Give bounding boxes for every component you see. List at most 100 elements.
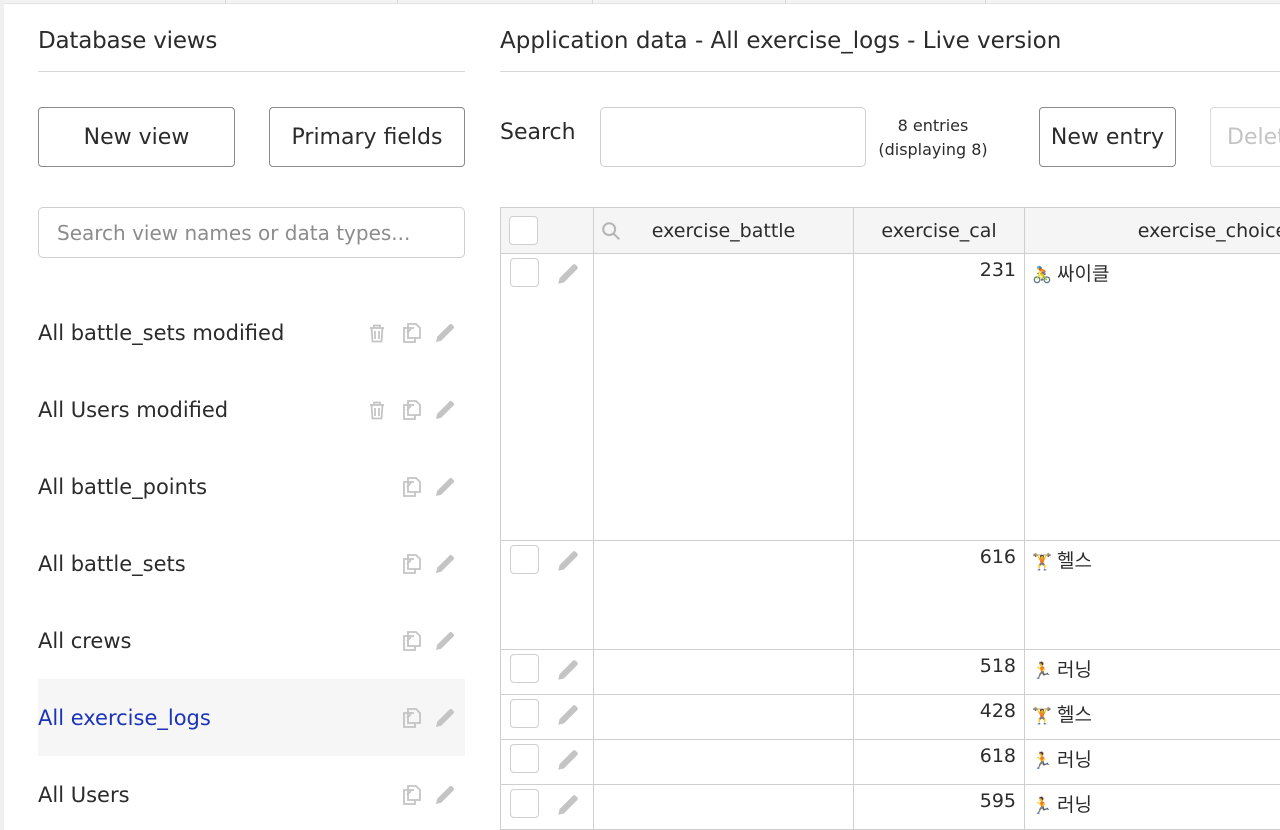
- view-name[interactable]: All battle_sets: [38, 552, 186, 576]
- view-name[interactable]: All crews: [38, 629, 131, 653]
- cell-exercise-cal[interactable]: 618: [853, 739, 1025, 785]
- pencil-icon[interactable]: [431, 781, 459, 809]
- cell-exercise-battle[interactable]: [593, 540, 854, 650]
- view-item[interactable]: All Users: [38, 756, 465, 830]
- view-item[interactable]: All Users modified: [38, 371, 465, 448]
- pencil-icon[interactable]: [431, 704, 459, 732]
- cell-exercise-cal[interactable]: 428: [853, 694, 1025, 740]
- search-icon[interactable]: [600, 220, 622, 242]
- copy-icon[interactable]: [397, 319, 425, 347]
- column-header-label: exercise_battle: [651, 219, 796, 242]
- table-row[interactable]: 618 🏃 러닝: [500, 739, 1280, 785]
- row-checkbox[interactable]: [510, 654, 539, 683]
- pencil-icon[interactable]: [555, 792, 581, 818]
- cell-exercise-cal[interactable]: 518: [853, 649, 1025, 695]
- pencil-icon[interactable]: [431, 473, 459, 501]
- pencil-icon[interactable]: [555, 261, 581, 287]
- view-name[interactable]: All battle_points: [38, 475, 207, 499]
- exercise-emoji-icon: 🏋: [1032, 552, 1052, 571]
- primary-fields-button[interactable]: Primary fields: [269, 107, 465, 167]
- cell-exercise-choice[interactable]: 🏃 러닝: [1024, 649, 1280, 695]
- table-row[interactable]: 616 🏋 헬스: [500, 540, 1280, 650]
- view-search-input[interactable]: [38, 207, 465, 258]
- panel-title: Database views: [38, 28, 218, 54]
- cell-exercise-choice[interactable]: 🚴 싸이클: [1024, 253, 1280, 541]
- view-name[interactable]: All battle_sets modified: [38, 321, 284, 345]
- cell-exercise-battle[interactable]: [593, 253, 854, 541]
- table-header-row: exercise_battle exercise_cal exercise_ch…: [500, 207, 1280, 254]
- pencil-icon[interactable]: [555, 657, 581, 683]
- pencil-icon[interactable]: [555, 702, 581, 728]
- pencil-icon[interactable]: [431, 319, 459, 347]
- cell-exercise-battle[interactable]: [593, 694, 854, 740]
- cell-exercise-cal[interactable]: 616: [853, 540, 1025, 650]
- cell-exercise-choice[interactable]: 🏃 러닝: [1024, 784, 1280, 830]
- view-actions: [397, 781, 459, 809]
- view-item[interactable]: All battle_points: [38, 448, 465, 525]
- exercise-emoji-icon: 🏃: [1032, 661, 1052, 680]
- trash-icon[interactable]: [363, 396, 391, 424]
- table-row[interactable]: 518 🏃 러닝: [500, 649, 1280, 695]
- row-checkbox[interactable]: [510, 789, 539, 818]
- copy-icon[interactable]: [397, 627, 425, 655]
- view-actions: [397, 550, 459, 578]
- exercise-choice-text: 러닝: [1057, 794, 1092, 816]
- new-view-button[interactable]: New view: [38, 107, 235, 167]
- entries-count-text: 8 entries: [897, 116, 969, 135]
- exercise-choice-text: 싸이클: [1057, 263, 1110, 285]
- entry-search-input[interactable]: [600, 107, 866, 167]
- cell-exercise-choice[interactable]: 🏋 헬스: [1024, 540, 1280, 650]
- copy-icon[interactable]: [397, 396, 425, 424]
- column-header-exercise-choice[interactable]: exercise_choice: [1024, 207, 1280, 254]
- pencil-icon[interactable]: [555, 548, 581, 574]
- pencil-icon[interactable]: [555, 747, 581, 773]
- row-checkbox[interactable]: [510, 258, 539, 287]
- copy-icon[interactable]: [397, 550, 425, 578]
- cell-exercise-choice[interactable]: 🏃 러닝: [1024, 739, 1280, 785]
- delete-button[interactable]: Delete: [1210, 107, 1280, 167]
- view-name[interactable]: All Users: [38, 783, 130, 807]
- table-row[interactable]: 595 🏃 러닝: [500, 784, 1280, 830]
- header-select-cell: [500, 207, 594, 254]
- view-actions: [363, 319, 459, 347]
- left-edge-border: [0, 0, 4, 830]
- column-header-label: exercise_choice: [1137, 219, 1280, 242]
- cell-exercise-cal[interactable]: 231: [853, 253, 1025, 541]
- view-name[interactable]: All Users modified: [38, 398, 228, 422]
- exercise-choice-text: 헬스: [1057, 704, 1092, 726]
- column-header-exercise-battle[interactable]: exercise_battle: [593, 207, 854, 254]
- table-row[interactable]: 428 🏋 헬스: [500, 694, 1280, 740]
- select-all-checkbox[interactable]: [509, 216, 538, 245]
- row-control-cell: [500, 739, 594, 785]
- cell-exercise-choice[interactable]: 🏋 헬스: [1024, 694, 1280, 740]
- column-header-exercise-cal[interactable]: exercise_cal: [853, 207, 1025, 254]
- table-row[interactable]: 231 🚴 싸이클: [500, 253, 1280, 541]
- view-item[interactable]: All battle_sets: [38, 525, 465, 602]
- application-data-panel: Application data - All exercise_logs - L…: [500, 0, 1280, 830]
- data-table: exercise_battle exercise_cal exercise_ch…: [500, 207, 1280, 830]
- cell-exercise-cal[interactable]: 595: [853, 784, 1025, 830]
- pencil-icon[interactable]: [431, 550, 459, 578]
- cell-exercise-battle[interactable]: [593, 784, 854, 830]
- copy-icon[interactable]: [397, 781, 425, 809]
- copy-icon[interactable]: [397, 473, 425, 501]
- new-entry-button[interactable]: New entry: [1039, 107, 1176, 167]
- pencil-icon[interactable]: [431, 396, 459, 424]
- trash-icon[interactable]: [363, 319, 391, 347]
- cell-exercise-battle[interactable]: [593, 739, 854, 785]
- view-item[interactable]: All battle_sets modified: [38, 294, 465, 371]
- copy-icon[interactable]: [397, 704, 425, 732]
- entries-displaying-text: (displaying 8): [878, 140, 988, 159]
- row-checkbox[interactable]: [510, 545, 539, 574]
- row-checkbox[interactable]: [510, 744, 539, 773]
- row-control-cell: [500, 649, 594, 695]
- view-item[interactable]: All exercise_logs: [38, 679, 465, 756]
- row-checkbox[interactable]: [510, 699, 539, 728]
- pencil-icon[interactable]: [431, 627, 459, 655]
- view-name[interactable]: All exercise_logs: [38, 706, 211, 730]
- exercise-choice-text: 러닝: [1057, 749, 1092, 771]
- divider: [38, 71, 465, 72]
- exercise-emoji-icon: 🚴: [1032, 265, 1052, 284]
- cell-exercise-battle[interactable]: [593, 649, 854, 695]
- view-item[interactable]: All crews: [38, 602, 465, 679]
